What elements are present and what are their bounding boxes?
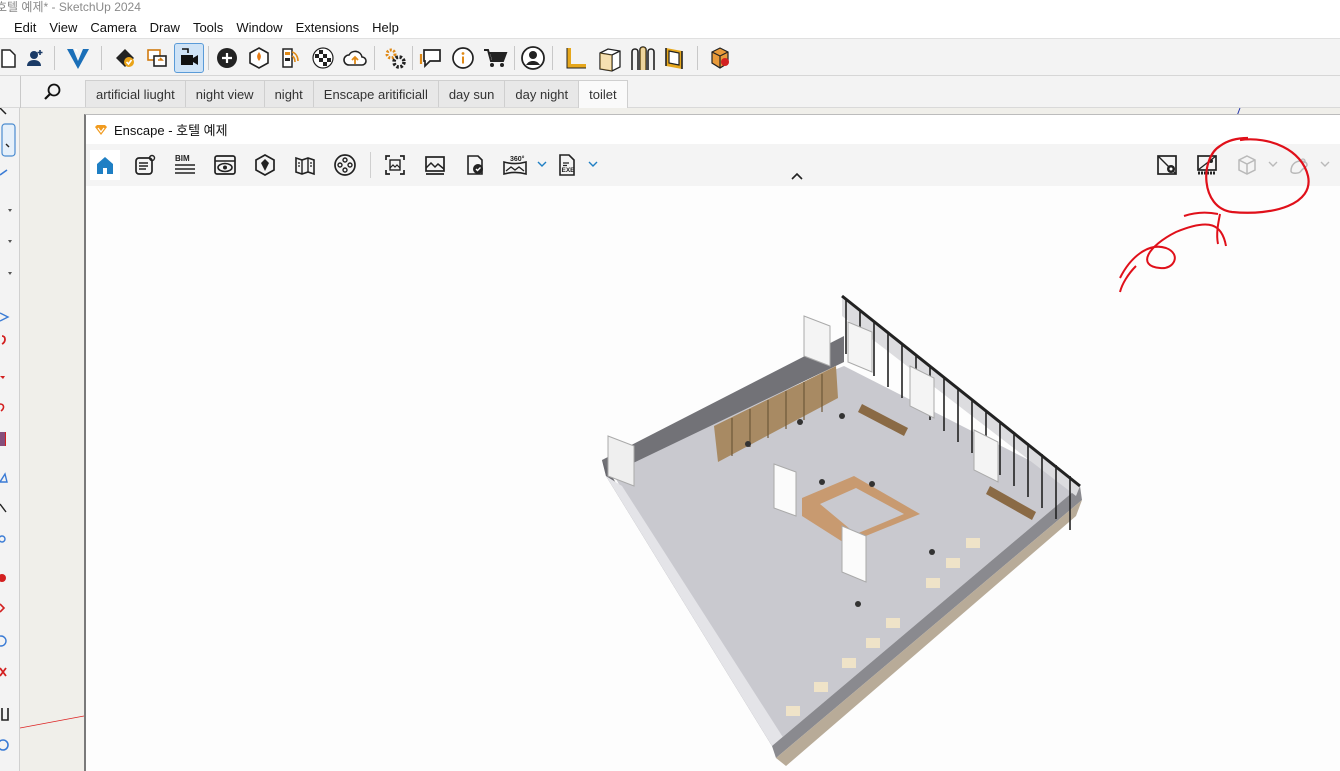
- title-bar: 호텔 예제* - SketchUp 2024: [0, 0, 1340, 16]
- scene-tab-toilet[interactable]: toilet: [578, 80, 628, 108]
- vr-headset-icon[interactable]: [1284, 150, 1314, 180]
- menu-help[interactable]: Help: [372, 20, 399, 35]
- pano-label: 360°: [510, 155, 525, 163]
- cart-icon[interactable]: [480, 43, 510, 73]
- window-frame-icon[interactable]: [659, 43, 689, 73]
- menu-bar: Edit View Camera Draw Tools Window Exten…: [0, 16, 1340, 38]
- menu-extensions[interactable]: Extensions: [296, 20, 360, 35]
- enscape-title-bar: Enscape - 호텔 예제: [86, 115, 1340, 144]
- left-tool-strip: [0, 107, 20, 771]
- batch-render-icon[interactable]: [460, 150, 490, 180]
- cube-view-icon[interactable]: [1232, 150, 1262, 180]
- window-title: 호텔 예제* - SketchUp 2024: [0, 0, 141, 14]
- cube-dropdown-chevron-icon[interactable]: [1268, 157, 1278, 171]
- sketchup-window: 호텔 예제* - SketchUp 2024 Edit View Camera …: [0, 0, 1340, 771]
- enscape-render-canvas[interactable]: [86, 186, 1340, 771]
- export-dropdown-chevron-icon[interactable]: [588, 157, 598, 171]
- scene-tabs: artificial liught night view night Ensca…: [85, 80, 628, 108]
- menu-view[interactable]: View: [49, 20, 77, 35]
- panorama-360-icon[interactable]: 360°: [500, 150, 530, 180]
- add-circle-icon[interactable]: [212, 43, 242, 73]
- scene-tab-day-night[interactable]: day night: [504, 80, 580, 107]
- bim-label: BIM: [175, 154, 190, 163]
- settings-gears-icon[interactable]: [380, 43, 410, 73]
- screenshot-icon[interactable]: [380, 150, 410, 180]
- view-window-icon[interactable]: [210, 150, 240, 180]
- material-editor-icon[interactable]: [290, 150, 320, 180]
- enscape-window: Enscape - 호텔 예제 BIM 360° EXE: [84, 114, 1340, 771]
- panorama-dropdown-chevron-icon[interactable]: [537, 157, 547, 171]
- checker-icon[interactable]: [308, 43, 338, 73]
- scene-tab-night-view[interactable]: night view: [184, 80, 265, 107]
- swap-icon[interactable]: [142, 43, 172, 73]
- search-icon[interactable]: [40, 80, 66, 104]
- add-user-icon[interactable]: [20, 43, 50, 73]
- asset-library-icon[interactable]: [250, 150, 280, 180]
- box-3d-icon[interactable]: [595, 43, 625, 73]
- new-file-icon[interactable]: [0, 43, 22, 73]
- feedback-chat-icon[interactable]: [416, 43, 446, 73]
- enscape-title: Enscape - 호텔 예제: [114, 123, 228, 138]
- info-icon[interactable]: [448, 43, 478, 73]
- package-icon[interactable]: [705, 43, 735, 73]
- scene-tab-day-sun[interactable]: day sun: [437, 80, 506, 107]
- video-reel-icon[interactable]: [330, 150, 360, 180]
- collapse-toolbar-chevron-icon[interactable]: [789, 169, 805, 183]
- scene-tab-artificial-liught[interactable]: artificial liught: [85, 80, 186, 107]
- material-tag-icon[interactable]: [110, 43, 140, 73]
- camera-swap-icon[interactable]: [174, 43, 204, 73]
- menu-camera[interactable]: Camera: [90, 20, 136, 35]
- hotel-floor-plan-render: [602, 294, 1082, 766]
- vray-logo-icon[interactable]: [63, 43, 93, 73]
- light-gem-icon[interactable]: [244, 43, 274, 73]
- menu-window[interactable]: Window: [236, 20, 282, 35]
- texture-map-icon[interactable]: [276, 43, 306, 73]
- render-preview-icon[interactable]: [1192, 150, 1222, 180]
- arch-door-icon[interactable]: [627, 43, 657, 73]
- menu-draw[interactable]: Draw: [150, 20, 180, 35]
- enscape-logo-icon: [95, 124, 107, 135]
- scene-tab-enscape-aritificiall[interactable]: Enscape aritificiall: [312, 80, 439, 107]
- enscape-toolbar: BIM 360° EXE: [86, 144, 1340, 186]
- vr-dropdown-chevron-icon[interactable]: [1320, 157, 1330, 171]
- scene-tabs-bar: artificial liught night view night Ensca…: [0, 76, 1340, 108]
- menu-edit[interactable]: Edit: [14, 20, 36, 35]
- bim-info-icon[interactable]: BIM: [170, 150, 200, 180]
- scene-tab-night[interactable]: night: [263, 80, 314, 107]
- notes-icon[interactable]: [130, 150, 160, 180]
- l-shape-icon[interactable]: [562, 43, 592, 73]
- export-exe-icon[interactable]: EXE: [552, 150, 582, 180]
- main-toolbar: [0, 38, 1340, 76]
- image-gallery-icon[interactable]: [420, 150, 450, 180]
- home-icon[interactable]: [90, 150, 120, 180]
- menu-tools[interactable]: Tools: [193, 20, 223, 35]
- map-pin-icon[interactable]: [1152, 150, 1182, 180]
- cloud-upload-icon[interactable]: [340, 43, 370, 73]
- left-tools-icons[interactable]: [0, 107, 20, 771]
- exe-label: EXE: [562, 167, 576, 174]
- account-icon[interactable]: [518, 43, 548, 73]
